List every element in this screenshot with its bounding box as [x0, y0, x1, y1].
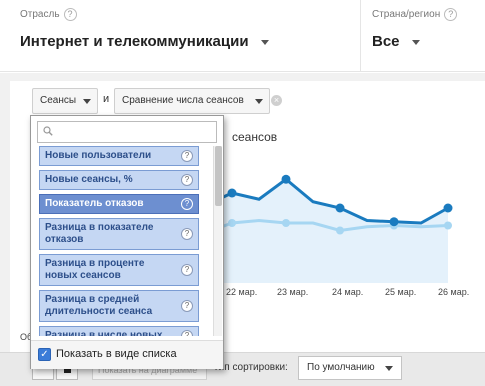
show-as-list-checkbox[interactable]: ✓: [38, 348, 51, 361]
sort-select[interactable]: По умолчанию: [298, 356, 402, 380]
scrollbar-thumb[interactable]: [215, 146, 222, 206]
data-point: [389, 217, 399, 227]
metric-option[interactable]: Новые пользователи?: [39, 146, 199, 166]
metric-option[interactable]: Показатель отказов?: [39, 194, 199, 214]
metric-option[interactable]: Разница в средней длительности сеанса?: [39, 290, 199, 322]
help-icon[interactable]: ?: [181, 174, 193, 186]
dropdown-footer: ✓ Показать в виде списка: [31, 340, 223, 369]
list-scrollbar[interactable]: [213, 146, 222, 336]
data-point: [228, 219, 236, 227]
help-icon[interactable]: ?: [181, 330, 193, 336]
metric-option[interactable]: Разница в проценте новых сеансов?: [39, 254, 199, 286]
show-as-list-label: Показать в виде списка: [56, 348, 177, 360]
metric-dropdown: Новые пользователи? Новые сеансы, %? Показ…: [30, 115, 224, 369]
help-icon[interactable]: ?: [181, 228, 193, 240]
data-point: [335, 203, 345, 213]
x-tick-label: 26 мар.: [438, 287, 470, 297]
data-point: [336, 226, 344, 235]
metric-option[interactable]: Разница в числе новых?: [39, 326, 199, 336]
x-tick-label: 25 мар.: [385, 287, 417, 297]
data-point: [281, 174, 291, 184]
search-icon: [43, 126, 53, 136]
x-tick-label: 22 мар.: [226, 287, 258, 297]
chevron-down-icon: [385, 366, 393, 371]
help-icon[interactable]: ?: [181, 264, 193, 276]
metric-search-input[interactable]: [37, 121, 217, 143]
data-point: [444, 221, 452, 230]
metric-option[interactable]: Разница в показателе отказов?: [39, 218, 199, 250]
metric-list: Новые пользователи? Новые сеансы, %? Показ…: [36, 146, 212, 336]
data-point: [227, 188, 237, 198]
data-point: [282, 219, 290, 227]
data-point: [443, 203, 453, 213]
x-tick-label: 23 мар.: [277, 287, 309, 297]
help-icon[interactable]: ?: [181, 198, 193, 210]
metric-option[interactable]: Новые сеансы, %?: [39, 170, 199, 190]
sort-label: Тип сортировки:: [213, 362, 288, 373]
help-icon[interactable]: ?: [181, 150, 193, 162]
help-icon[interactable]: ?: [181, 300, 193, 312]
x-tick-label: 24 мар.: [332, 287, 364, 297]
